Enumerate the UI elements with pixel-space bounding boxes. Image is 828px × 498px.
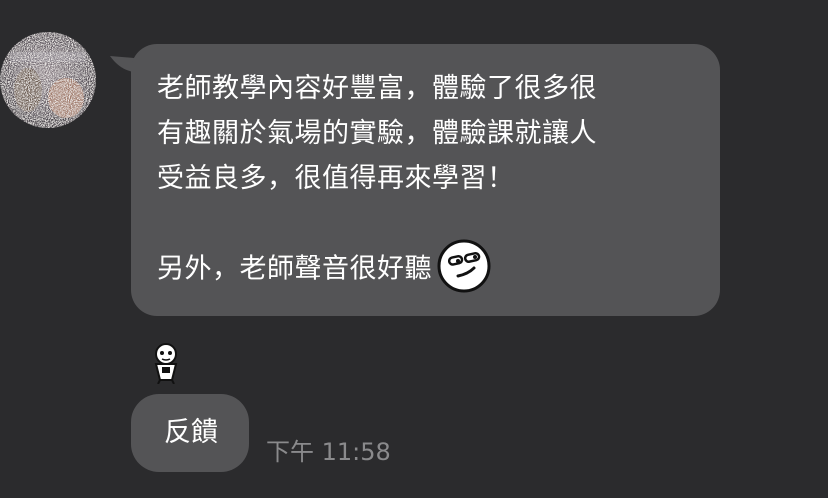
small-character-sticker-icon[interactable] — [144, 340, 188, 384]
feedback-button[interactable]: 反饋 — [131, 394, 249, 472]
message-timestamp: 下午 11:58 — [266, 438, 391, 466]
message-line-blank — [157, 201, 696, 246]
message-bubble[interactable]: 老師教學內容好豐富，體驗了很多很 有趣關於氣場的實驗，體驗課就讓人 受益良多，很… — [131, 44, 720, 316]
smug-face-sticker-icon — [437, 239, 491, 293]
bubble-tail — [110, 56, 134, 72]
sender-avatar[interactable] — [0, 32, 96, 128]
avatar-image — [0, 32, 96, 128]
message-line: 老師教學內容好豐富，體驗了很多很 — [157, 73, 597, 104]
message-line-last: 另外，老師聲音很好聽 — [157, 239, 696, 293]
message-line: 有趣關於氣場的實驗，體驗課就讓人 — [157, 118, 597, 149]
message-line: 受益良多，很值得再來學習！ — [157, 163, 515, 194]
message-line: 另外，老師聲音很好聽 — [157, 253, 432, 285]
